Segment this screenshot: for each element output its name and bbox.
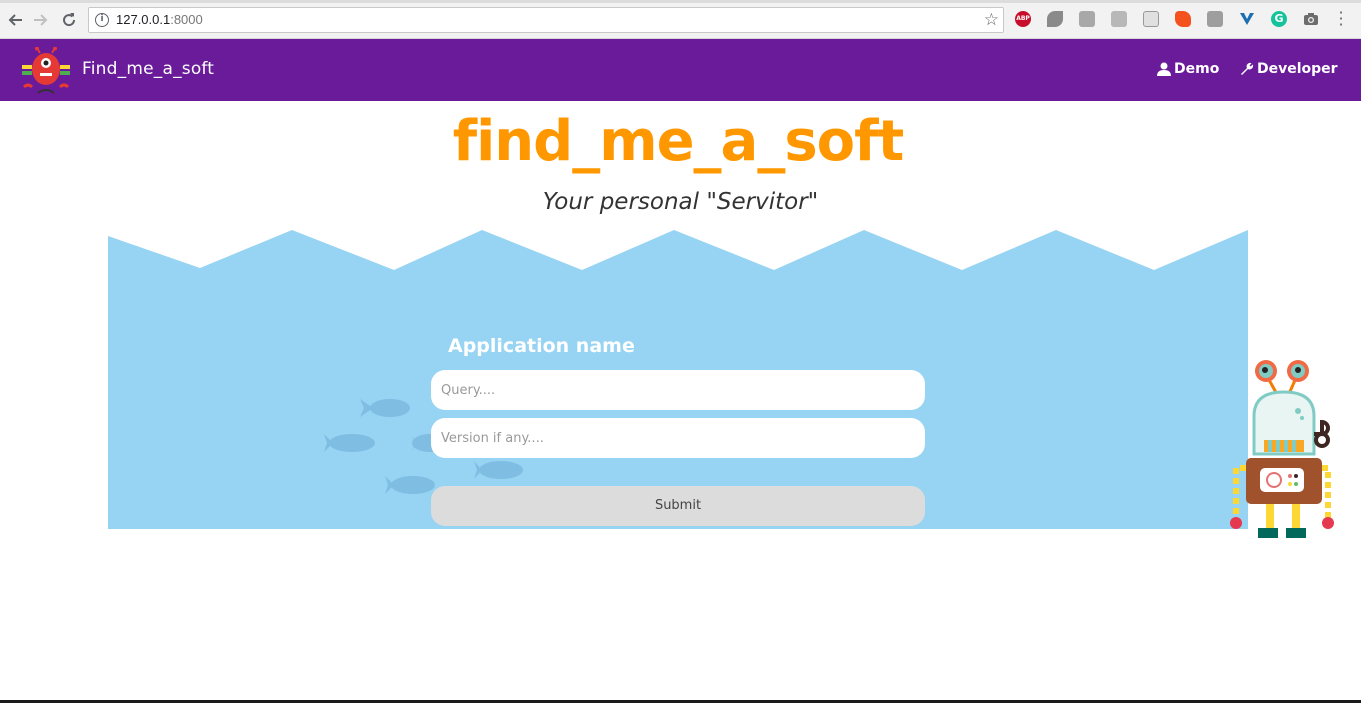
robot-logo-graphic	[22, 46, 70, 94]
query-input[interactable]	[431, 370, 925, 410]
ext-icon-5[interactable]	[1143, 11, 1159, 27]
pdf-icon[interactable]	[1111, 11, 1127, 27]
camera-icon[interactable]	[1303, 11, 1319, 27]
nav-link-label: Demo	[1174, 61, 1220, 77]
url-port: :8000	[170, 12, 203, 27]
info-icon[interactable]: i	[95, 13, 109, 27]
reload-button[interactable]	[58, 9, 80, 31]
nav-link-developer[interactable]: Developer	[1240, 61, 1338, 77]
v-shape	[1240, 13, 1254, 25]
tab-strip-edge	[0, 0, 1361, 3]
hero-subtitle: Your personal "Servitor"	[542, 189, 819, 215]
robot-logo-icon[interactable]	[20, 46, 72, 95]
ext-icon-3[interactable]	[1079, 11, 1095, 27]
address-bar[interactable]: i 127.0.0.1:8000 ☆	[88, 7, 1004, 33]
url-text: 127.0.0.1:8000	[116, 12, 203, 27]
grammarly-icon[interactable]: G	[1271, 11, 1287, 27]
forward-button[interactable]	[30, 9, 52, 31]
arrow-left-icon	[8, 14, 22, 26]
camera-shape	[1304, 13, 1318, 25]
submit-button[interactable]: Submit	[431, 486, 925, 526]
url-host: 127.0.0.1	[116, 12, 171, 27]
wrench-icon	[1241, 62, 1254, 75]
application-name-label: Application name	[448, 335, 635, 357]
brand-name[interactable]: Find_me_a_soft	[82, 59, 214, 79]
robot-mascot-icon	[1230, 360, 1334, 538]
version-input[interactable]	[431, 418, 925, 458]
browser-toolbar: i 127.0.0.1:8000 ☆ ABP G · · ·	[0, 0, 1361, 39]
hero-title: find_me_a_soft	[452, 109, 905, 174]
back-button[interactable]	[4, 9, 26, 31]
reload-icon	[63, 13, 76, 27]
ext-icon-7[interactable]	[1207, 11, 1223, 27]
user-icon	[1157, 62, 1171, 76]
ext-icon-6[interactable]	[1175, 11, 1191, 27]
vue-devtools-icon[interactable]	[1239, 11, 1255, 27]
adblock-plus-icon[interactable]: ABP	[1015, 11, 1031, 27]
star-icon[interactable]: ☆	[984, 10, 999, 30]
arrow-right-icon	[34, 14, 48, 26]
nav-link-demo[interactable]: Demo	[1157, 61, 1219, 77]
site-navbar: Find_me_a_soft Demo Developer	[0, 39, 1361, 101]
ext-icon-2[interactable]	[1047, 11, 1063, 27]
nav-link-label: Developer	[1257, 61, 1338, 77]
browser-menu-icon[interactable]: · · ·	[1336, 5, 1346, 33]
